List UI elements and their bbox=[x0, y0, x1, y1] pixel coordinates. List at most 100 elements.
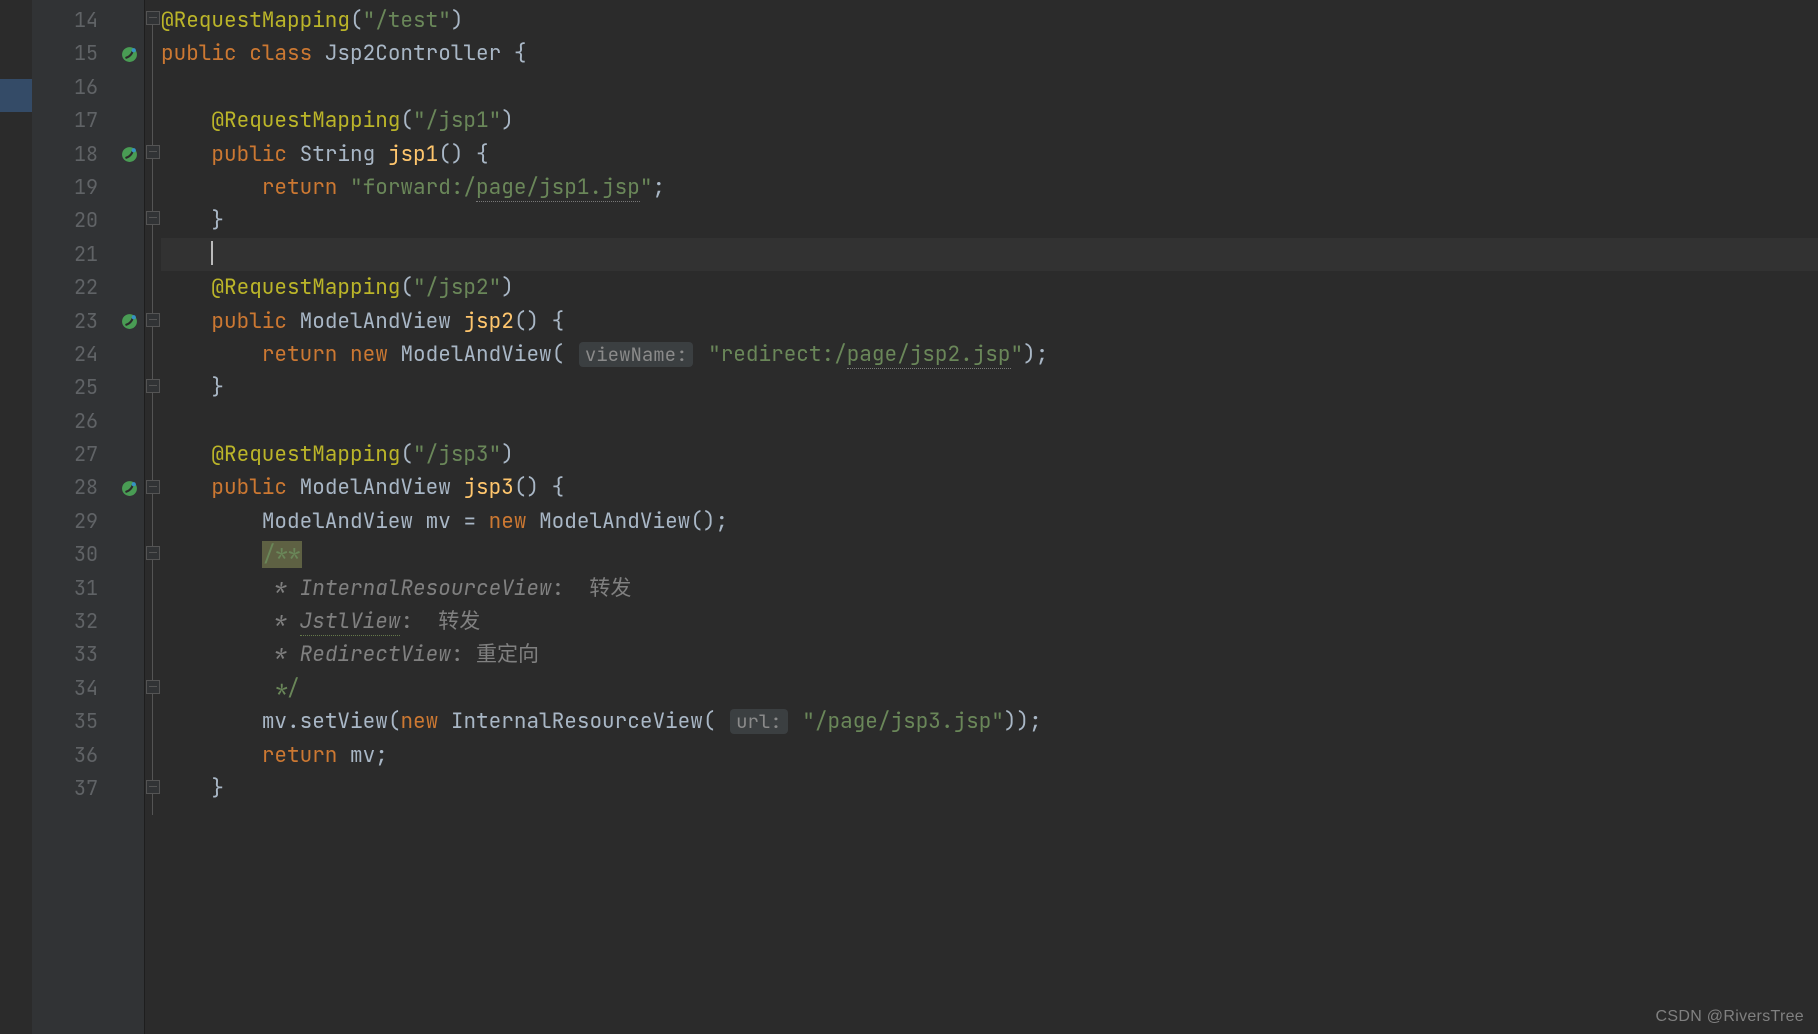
fold-toggle-icon[interactable] bbox=[146, 680, 160, 694]
code-line[interactable]: return "forward:/page/jsp1.jsp"; bbox=[161, 171, 1818, 204]
line-number[interactable]: 32 bbox=[32, 605, 114, 638]
annotation: @RequestMapping bbox=[211, 274, 400, 301]
line-number[interactable]: 23 bbox=[32, 305, 114, 338]
breakpoint-stripe[interactable] bbox=[0, 0, 32, 1034]
line-number[interactable]: 36 bbox=[32, 739, 114, 772]
code-line[interactable]: * InternalResourceView: 转发 bbox=[161, 572, 1818, 605]
fold-toggle-icon[interactable] bbox=[146, 313, 160, 327]
line-number[interactable]: 35 bbox=[32, 705, 114, 738]
code-line[interactable] bbox=[161, 405, 1818, 438]
code-editor: 14 15 16 17 18 19 20 21 22 23 24 25 26 2… bbox=[0, 0, 1818, 1034]
line-number[interactable]: 33 bbox=[32, 638, 114, 671]
line-number[interactable]: 15 bbox=[32, 37, 114, 70]
line-number[interactable]: 20 bbox=[32, 204, 114, 237]
code-line-current[interactable] bbox=[161, 238, 1818, 271]
fold-toggle-icon[interactable] bbox=[146, 379, 160, 393]
keyword: return bbox=[262, 174, 338, 201]
keyword: public bbox=[211, 141, 287, 168]
class-name: Jsp2Controller bbox=[325, 40, 501, 67]
line-number[interactable]: 22 bbox=[32, 271, 114, 304]
javadoc-line: * InternalResourceView: 转发 bbox=[262, 575, 632, 602]
code-line[interactable]: /** bbox=[161, 538, 1818, 571]
code-line[interactable]: public class Jsp2Controller { bbox=[161, 37, 1818, 70]
bookmark-marker[interactable] bbox=[0, 79, 32, 112]
code-line[interactable]: */ bbox=[161, 672, 1818, 705]
spring-bean-icon[interactable] bbox=[121, 146, 138, 163]
parameter-hint: viewName: bbox=[579, 342, 694, 367]
string-literal: "/jsp3" bbox=[413, 441, 501, 468]
annotation: @RequestMapping bbox=[211, 107, 400, 134]
string-literal: "redirect:/page/jsp2.jsp" bbox=[708, 341, 1023, 369]
javadoc-open: /** bbox=[262, 541, 302, 568]
code-line[interactable] bbox=[161, 71, 1818, 104]
code-line[interactable]: return mv; bbox=[161, 739, 1818, 772]
fold-toggle-icon[interactable] bbox=[146, 480, 160, 494]
line-number[interactable]: 28 bbox=[32, 471, 114, 504]
keyword: class bbox=[249, 40, 312, 67]
annotation: @RequestMapping bbox=[211, 441, 400, 468]
code-line[interactable]: ModelAndView mv = new ModelAndView(); bbox=[161, 505, 1818, 538]
javadoc-close: */ bbox=[262, 675, 300, 702]
fold-strip[interactable] bbox=[145, 0, 159, 1034]
line-number[interactable]: 27 bbox=[32, 438, 114, 471]
code-line[interactable]: @RequestMapping("/test") bbox=[161, 4, 1818, 37]
fold-toggle-icon[interactable] bbox=[146, 145, 160, 159]
line-number[interactable]: 30 bbox=[32, 538, 114, 571]
code-line[interactable]: * RedirectView: 重定向 bbox=[161, 638, 1818, 671]
code-content-area[interactable]: @RequestMapping("/test") public class Js… bbox=[145, 0, 1818, 1034]
type: String bbox=[300, 141, 376, 168]
line-number[interactable]: 21 bbox=[32, 238, 114, 271]
code-line[interactable]: } bbox=[161, 772, 1818, 805]
fold-toggle-icon[interactable] bbox=[146, 546, 160, 560]
keyword: public bbox=[211, 308, 287, 335]
method-name: jsp3 bbox=[463, 474, 513, 501]
line-number-gutter[interactable]: 14 15 16 17 18 19 20 21 22 23 24 25 26 2… bbox=[32, 0, 114, 1034]
variable: mv bbox=[426, 508, 451, 535]
javadoc-line: * JstlView: 转发 bbox=[262, 608, 480, 636]
spring-bean-icon[interactable] bbox=[121, 313, 138, 330]
parameter-hint: url: bbox=[730, 709, 788, 734]
line-number[interactable]: 26 bbox=[32, 405, 114, 438]
code-line[interactable]: return new ModelAndView( viewName: "redi… bbox=[161, 338, 1818, 371]
annotation: @RequestMapping bbox=[161, 7, 350, 34]
keyword: return bbox=[262, 341, 338, 368]
line-number[interactable]: 19 bbox=[32, 171, 114, 204]
type: ModelAndView bbox=[300, 474, 451, 501]
fold-toggle-icon[interactable] bbox=[146, 11, 160, 25]
code-line[interactable]: public String jsp1() { bbox=[161, 138, 1818, 171]
keyword: new bbox=[350, 341, 388, 368]
line-number[interactable]: 37 bbox=[32, 772, 114, 805]
line-number[interactable]: 31 bbox=[32, 572, 114, 605]
code-line[interactable]: public ModelAndView jsp2() { bbox=[161, 305, 1818, 338]
line-number[interactable]: 29 bbox=[32, 505, 114, 538]
string-literal: "/page/jsp3.jsp" bbox=[802, 708, 1004, 735]
fold-toggle-icon[interactable] bbox=[146, 780, 160, 794]
string-literal: "/test" bbox=[363, 7, 451, 34]
line-number[interactable]: 24 bbox=[32, 338, 114, 371]
code-line[interactable]: public ModelAndView jsp3() { bbox=[161, 471, 1818, 504]
type: ModelAndView bbox=[262, 508, 413, 535]
line-number[interactable]: 25 bbox=[32, 371, 114, 404]
spring-bean-icon[interactable] bbox=[121, 46, 138, 63]
variable: mv bbox=[262, 708, 287, 735]
code-line[interactable]: mv.setView(new InternalResourceView( url… bbox=[161, 705, 1818, 738]
code-line[interactable]: @RequestMapping("/jsp2") bbox=[161, 271, 1818, 304]
variable: mv bbox=[350, 742, 375, 769]
line-number[interactable]: 14 bbox=[32, 4, 114, 37]
spring-bean-icon[interactable] bbox=[121, 480, 138, 497]
code-line[interactable]: @RequestMapping("/jsp3") bbox=[161, 438, 1818, 471]
line-number[interactable]: 17 bbox=[32, 104, 114, 137]
fold-toggle-icon[interactable] bbox=[146, 211, 160, 225]
gutter-icons bbox=[114, 0, 145, 1034]
code-line[interactable]: } bbox=[161, 371, 1818, 404]
keyword: return bbox=[262, 742, 338, 769]
type: ModelAndView bbox=[300, 308, 451, 335]
keyword: public bbox=[161, 40, 237, 67]
javadoc-line: * RedirectView: 重定向 bbox=[262, 641, 539, 668]
code-line[interactable]: } bbox=[161, 204, 1818, 237]
line-number[interactable]: 18 bbox=[32, 138, 114, 171]
code-line[interactable]: @RequestMapping("/jsp1") bbox=[161, 104, 1818, 137]
line-number[interactable]: 34 bbox=[32, 672, 114, 705]
code-line[interactable]: * JstlView: 转发 bbox=[161, 605, 1818, 638]
line-number[interactable]: 16 bbox=[32, 71, 114, 104]
